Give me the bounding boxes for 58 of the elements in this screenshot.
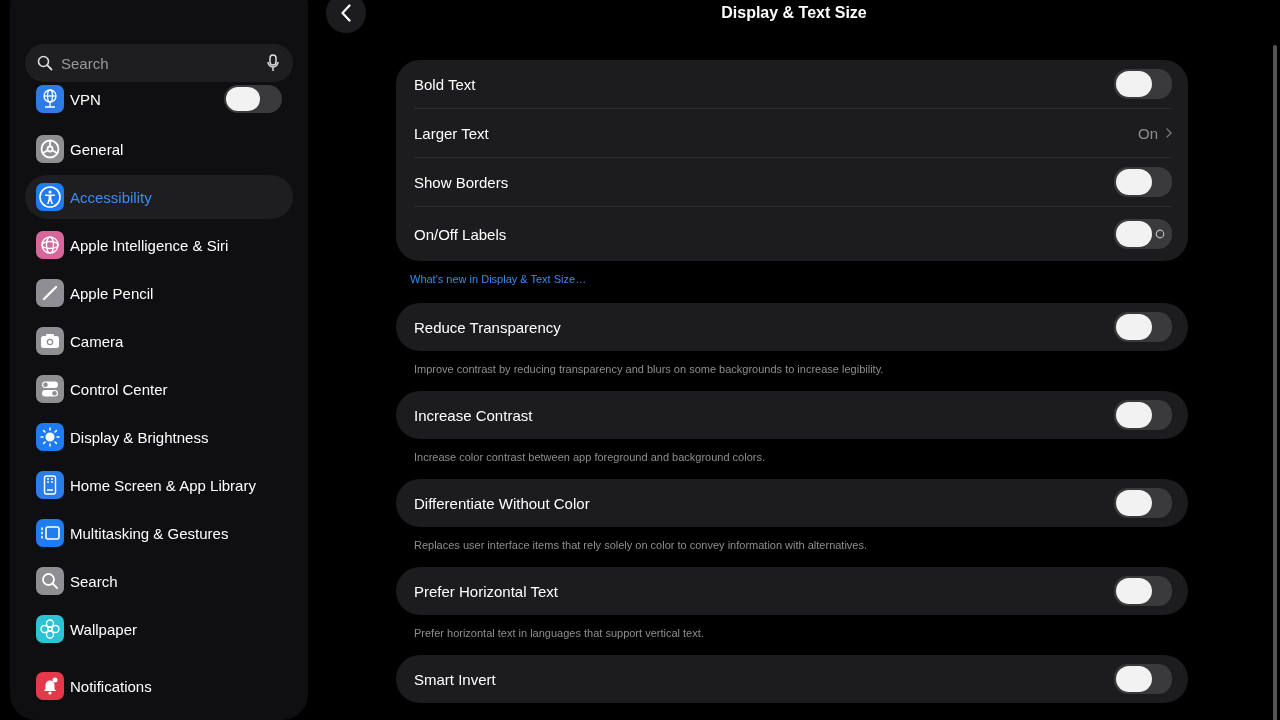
setting-description: Replaces user interface items that rely solely on color to convey information with alternatives. [413,539,868,551]
sidebar-item-label: Camera [70,332,125,350]
info-link[interactable]: What's new in Display & Text Size… [410,273,587,285]
setting-label: Prefer Horizontal Text [414,582,559,600]
scroll-bar[interactable] [1273,45,1277,720]
sidebar-item-label: Display & Brightness [70,428,210,446]
back-button[interactable] [326,0,366,33]
sidebar-item-label: Accessibility [70,188,153,206]
toggle-switch[interactable] [1114,219,1172,249]
circle-icon [1155,229,1165,239]
sidebar-item[interactable]: Notifications [25,664,293,708]
sidebar-item[interactable]: Control Center [25,367,293,411]
toggle-switch[interactable] [1114,312,1172,342]
sidebar-item[interactable]: Search [25,559,293,603]
sidebar-item-label: Wallpaper [70,620,138,638]
setting-label: Differentiate Without Color [414,494,591,512]
chevron-right-icon [1166,128,1172,138]
setting-description: Increase color contrast between app foreground and background colors. [413,451,765,463]
toggle-switch[interactable] [1114,664,1172,694]
sidebar-item-label: Multitasking & Gestures [70,524,230,542]
sidebar-item-label: Home Screen & App Library [70,476,257,494]
toggle-switch[interactable] [224,85,282,113]
sidebar-item[interactable]: VPN [25,84,293,114]
setting-label: Increase Contrast [414,406,534,424]
sidebar-item-label: VPN [70,90,102,108]
sidebar-item[interactable]: Multitasking & Gestures [25,511,293,555]
toggle-switch[interactable] [1114,488,1172,518]
toggle-switch[interactable] [1114,576,1172,606]
sidebar-item[interactable]: Accessibility [25,175,293,219]
sidebar-item-label: Search [70,572,119,590]
setting-description: Prefer horizontal text in languages that support vertical text. [413,627,704,639]
sidebar-item-label: Control Center [70,380,169,398]
toggle-switch[interactable] [1114,69,1172,99]
sidebar-item[interactable]: Apple Pencil [25,271,293,315]
toggle-switch[interactable] [1114,167,1172,197]
sidebar-item[interactable]: Display & Brightness [25,415,293,459]
setting-value: On [1138,124,1158,142]
setting-label: On/Off Labels [414,225,508,243]
setting-label: Smart Invert [414,670,497,688]
sidebar-item-label: Notifications [70,677,153,695]
microphone-icon[interactable] [267,54,279,72]
chevron-left-icon [341,4,351,22]
setting-label: Bold Text [414,75,477,93]
sidebar-item-label: Apple Pencil [70,284,155,302]
page-title: Display & Text Size [721,4,867,22]
sidebar-item[interactable]: Home Screen & App Library [25,463,293,507]
sidebar-item[interactable]: Camera [25,319,293,363]
sidebar-item[interactable]: Wallpaper [25,607,293,651]
setting-label: Show Borders [414,173,510,191]
toggle-switch[interactable] [1114,400,1172,430]
setting-label: Reduce Transparency [414,318,562,336]
sidebar-item[interactable]: Apple Intelligence & Siri [25,223,293,267]
sidebar-item-label: Apple Intelligence & Siri [70,236,230,254]
setting-description: Improve contrast by reducing transparency and blurs on some backgrounds to increase legibility. [413,363,884,375]
sidebar-item[interactable]: General [25,127,293,171]
search-field[interactable]: Search [25,44,293,82]
setting-label: Larger Text [414,124,490,142]
sidebar-item-label: General [70,140,125,158]
